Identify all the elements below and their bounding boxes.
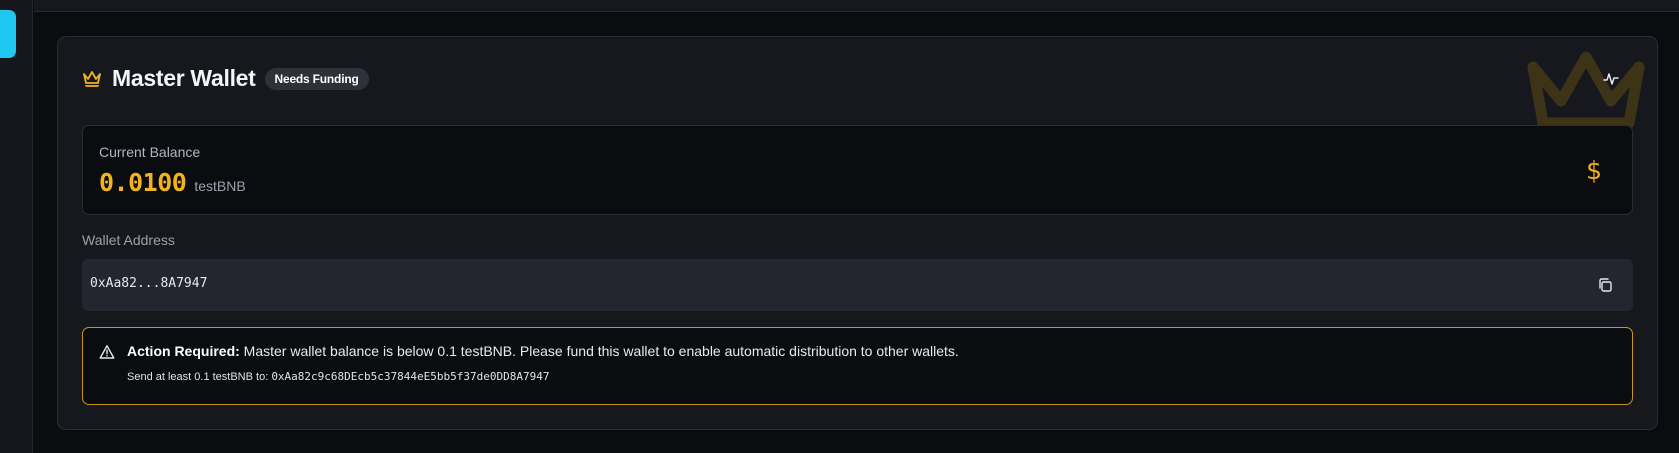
card-header: Master Wallet Needs Funding [82, 65, 369, 92]
wallet-title: Master Wallet [112, 65, 256, 91]
balance-value: 0.0100 [99, 168, 187, 197]
alert-text: Master wallet balance is below 0.1 testB… [239, 343, 959, 359]
master-wallet-card: Master Wallet Needs Funding Current Bala… [57, 36, 1658, 430]
copy-icon [1599, 278, 1612, 292]
crown-icon [82, 68, 104, 90]
address-field: 0xAa82...8A7947 [82, 259, 1633, 311]
top-bar [34, 0, 1679, 12]
address-label: Wallet Address [82, 232, 175, 248]
warning-icon [99, 345, 115, 359]
alert-message: Action Required: Master wallet balance i… [127, 343, 959, 359]
balance-panel: Current Balance 0.0100 testBNB $ [82, 125, 1633, 215]
send-instruction: Send at least 0.1 testBNB to: [127, 371, 272, 383]
activity-icon [1603, 73, 1619, 85]
wallet-address: 0xAa82...8A7947 [90, 276, 208, 291]
funding-alert: Action Required: Master wallet balance i… [82, 327, 1633, 405]
sidebar-active-indicator[interactable] [0, 10, 16, 58]
full-wallet-address: 0xAa82c9c68DEcb5c37844eE5bb5f37de0DD8A79… [271, 370, 550, 383]
balance-unit: testBNB [194, 178, 246, 194]
copy-address-button[interactable] [1595, 275, 1615, 295]
alert-instruction: Send at least 0.1 testBNB to: 0xAa82c9c6… [127, 370, 549, 383]
status-badge: Needs Funding [264, 67, 369, 90]
dollar-icon: $ [1586, 156, 1602, 185]
sidebar [0, 0, 33, 453]
balance-label: Current Balance [99, 144, 201, 160]
balance-row: 0.0100 testBNB [99, 168, 246, 197]
activity-button[interactable] [1601, 69, 1621, 89]
alert-heading: Action Required: [127, 343, 240, 359]
